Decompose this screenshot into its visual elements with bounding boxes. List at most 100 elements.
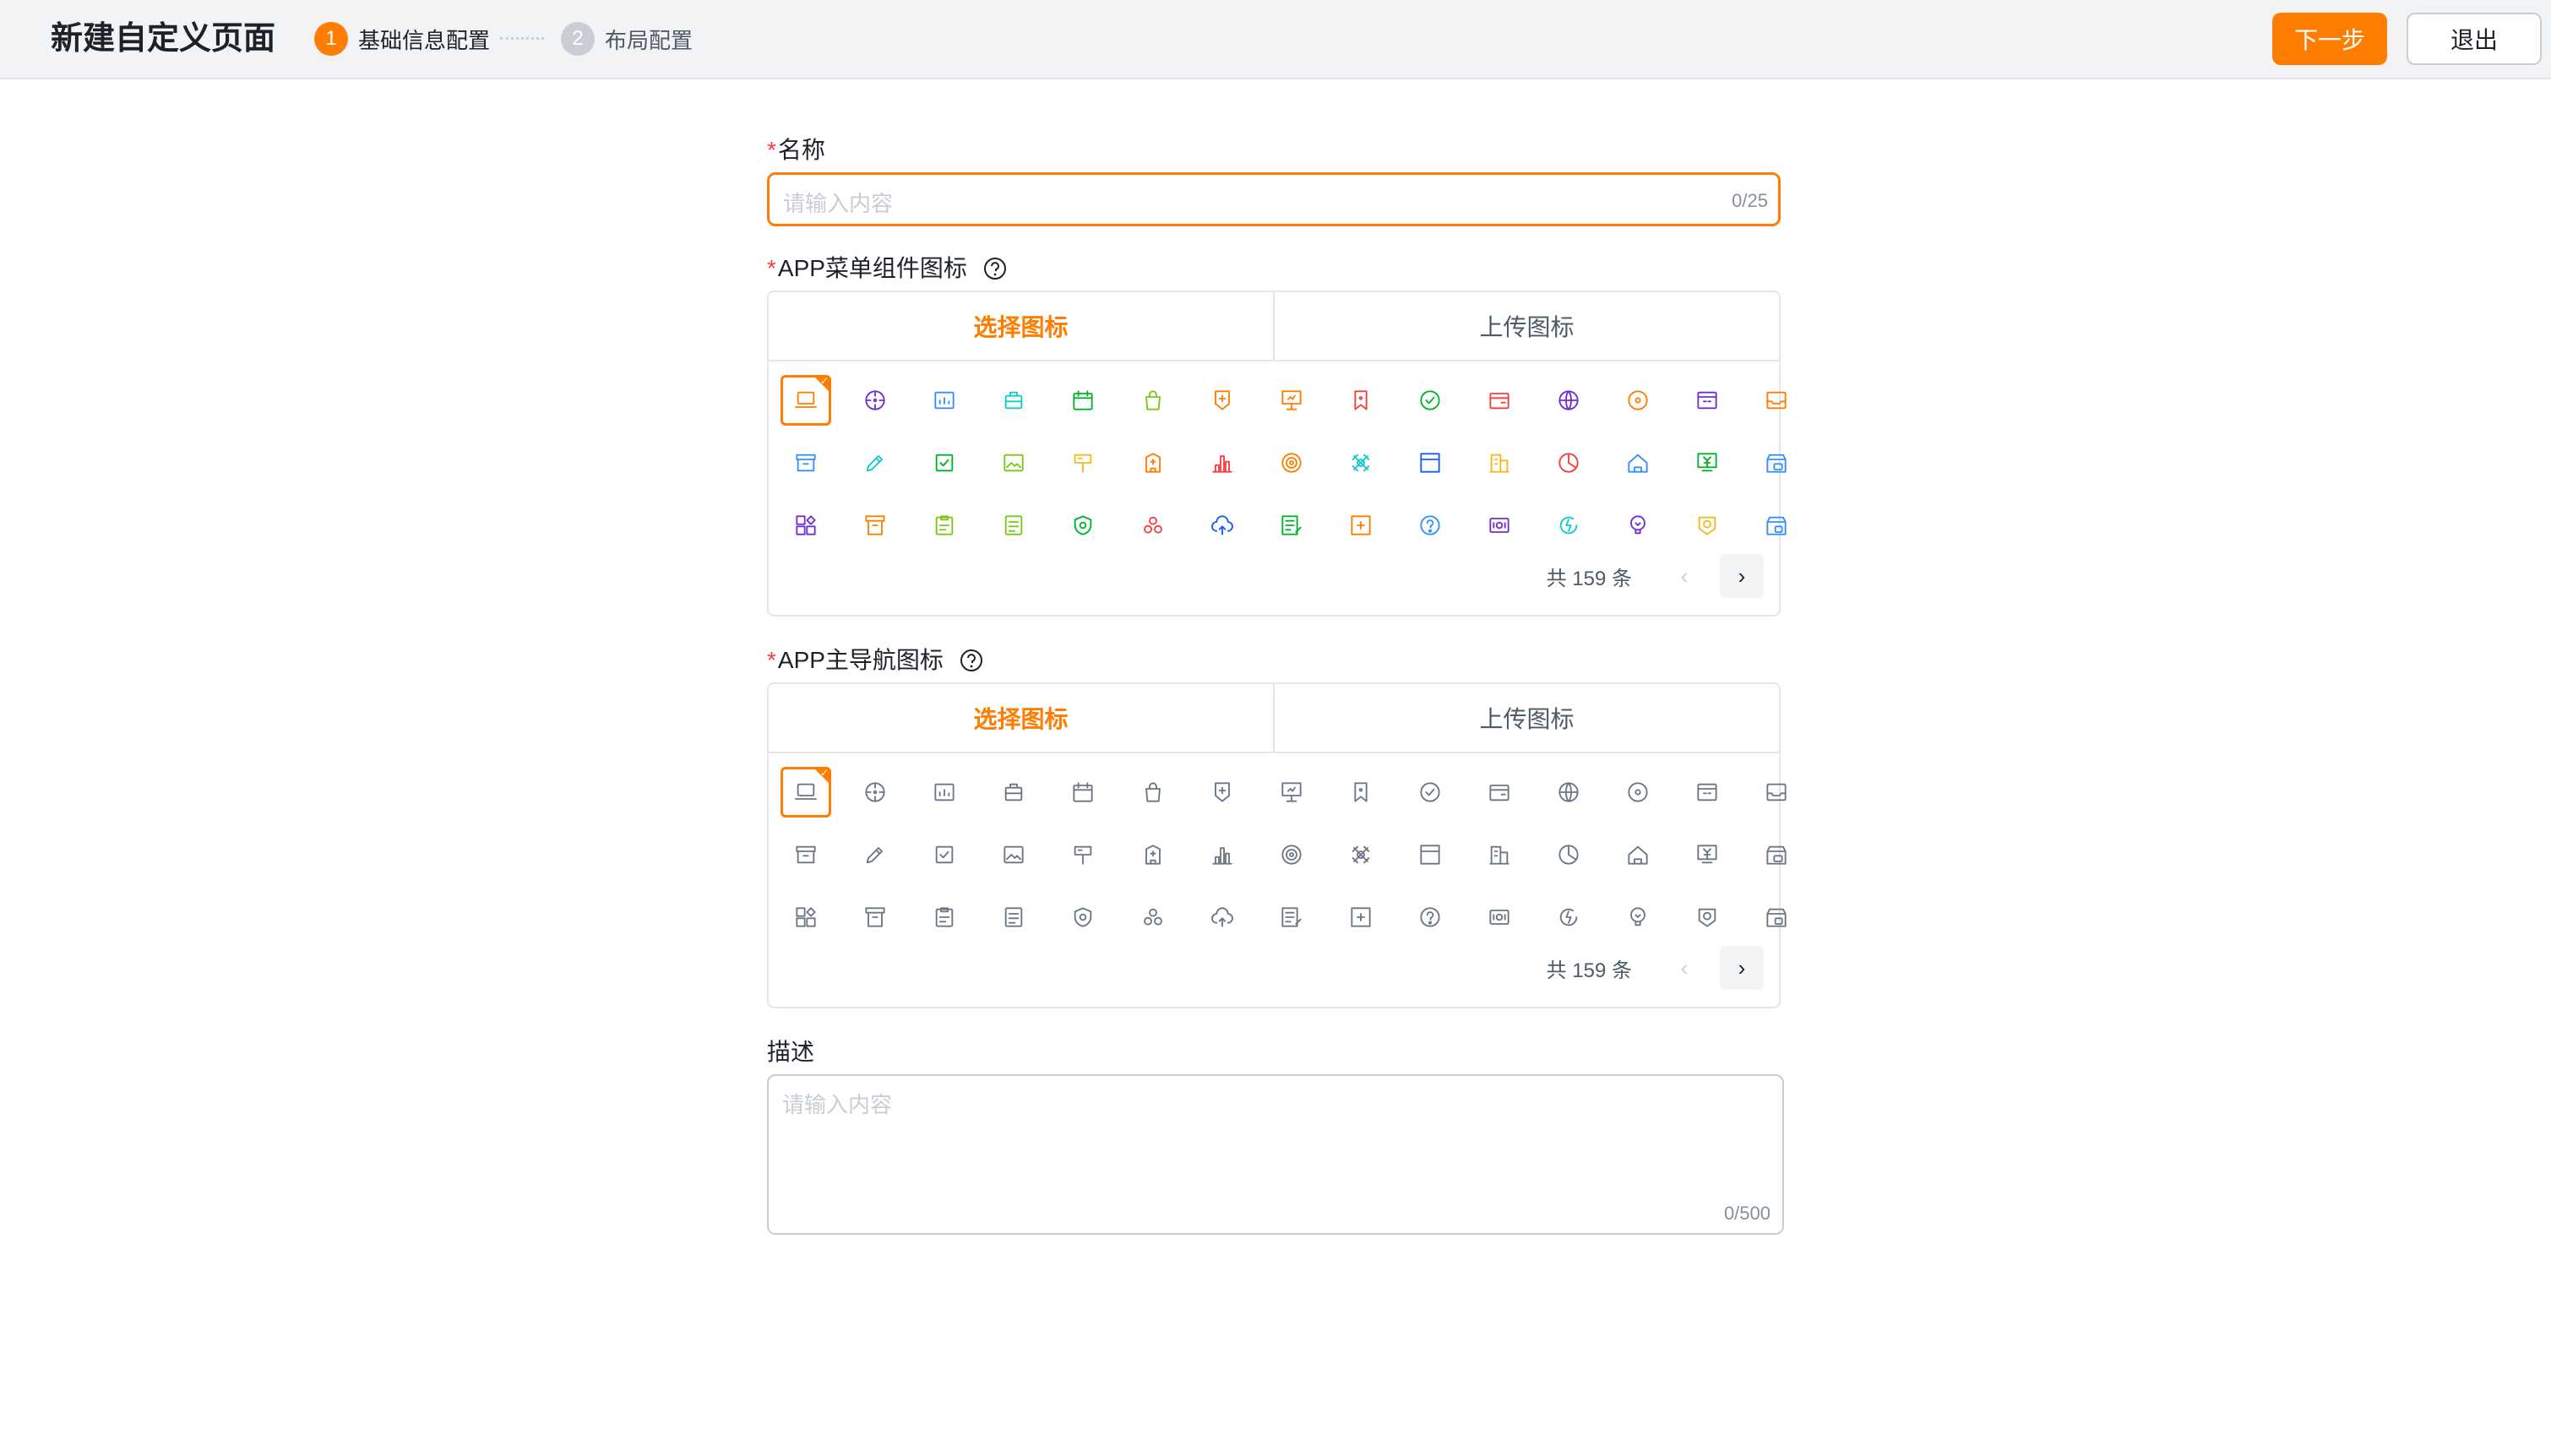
next-step-button[interactable]: 下一步: [2272, 13, 2387, 65]
nav-icon-option[interactable]: [850, 829, 900, 880]
name-input[interactable]: 请输入内容 0/25: [767, 172, 1781, 226]
nav-icon-option[interactable]: [1613, 767, 1663, 818]
menu-icon-option[interactable]: [1266, 375, 1317, 426]
menu-icon-option[interactable]: [1751, 375, 1802, 426]
nav-icon-option[interactable]: [1335, 892, 1386, 943]
menu-icon-option[interactable]: [1543, 375, 1594, 426]
nav-icon-option[interactable]: [1197, 829, 1248, 880]
menu-icon-option[interactable]: [1335, 500, 1386, 551]
tab-upload-icon[interactable]: 上传图标: [1273, 684, 1779, 752]
nav-icon-option[interactable]: [1751, 767, 1802, 818]
menu-icon-option[interactable]: [919, 437, 970, 488]
nav-icon-option[interactable]: [1751, 829, 1802, 880]
menu-icon-option[interactable]: [1335, 375, 1386, 426]
menu-icon-option[interactable]: [1266, 500, 1317, 551]
tab-select-icon[interactable]: 选择图标: [769, 292, 1273, 360]
nav-icon-option[interactable]: [1405, 767, 1455, 818]
menu-icon-option[interactable]: [1197, 500, 1248, 551]
menu-icon-option[interactable]: [1682, 437, 1732, 488]
nav-icon-option[interactable]: [1335, 767, 1386, 818]
nav-icon-option[interactable]: [1682, 767, 1732, 818]
nav-icon-option[interactable]: [1266, 767, 1317, 818]
next-page-button[interactable]: ›: [1720, 946, 1764, 990]
nav-icon-option[interactable]: [919, 767, 970, 818]
nav-icon-option[interactable]: [1128, 829, 1178, 880]
nav-icon-option[interactable]: [1474, 892, 1525, 943]
prev-page-button[interactable]: ‹: [1662, 946, 1706, 990]
menu-icon-option[interactable]: [1613, 375, 1663, 426]
menu-icon-option[interactable]: [1613, 437, 1663, 488]
step-basic-info[interactable]: 1 基础信息配置: [314, 22, 490, 56]
nav-icon-option[interactable]: [988, 892, 1039, 943]
exit-button[interactable]: 退出: [2407, 13, 2542, 65]
nav-icon-option[interactable]: [1058, 767, 1108, 818]
nav-icon-option[interactable]: [1335, 829, 1386, 880]
nav-icon-option[interactable]: [1058, 829, 1108, 880]
nav-icon-option[interactable]: [850, 767, 900, 818]
menu-icon-option[interactable]: [1197, 375, 1248, 426]
menu-icon-option[interactable]: [1751, 437, 1802, 488]
nav-icon-option[interactable]: [1613, 829, 1663, 880]
nav-icon-option[interactable]: [1751, 892, 1802, 943]
menu-icon-option[interactable]: [1128, 500, 1178, 551]
nav-icon-option[interactable]: [1682, 892, 1732, 943]
nav-icon-option[interactable]: [781, 892, 831, 943]
nav-icon-option[interactable]: [1682, 829, 1732, 880]
nav-icon-option[interactable]: [988, 767, 1039, 818]
nav-icon-option[interactable]: [1266, 829, 1317, 880]
menu-icon-option[interactable]: [1197, 437, 1248, 488]
nav-icon-option[interactable]: [1128, 767, 1178, 818]
next-page-button[interactable]: ›: [1720, 554, 1764, 598]
prev-page-button[interactable]: ‹: [1662, 554, 1706, 598]
nav-icon-option[interactable]: [1405, 829, 1455, 880]
menu-icon-option[interactable]: [1266, 437, 1317, 488]
nav-icon-option[interactable]: [850, 892, 900, 943]
menu-icon-option[interactable]: [919, 375, 970, 426]
menu-icon-option[interactable]: ✓: [781, 375, 831, 426]
nav-icon-option[interactable]: [781, 829, 831, 880]
tab-upload-icon[interactable]: 上传图标: [1273, 292, 1779, 360]
menu-icon-option[interactable]: [919, 500, 970, 551]
step-layout[interactable]: 2 布局配置: [561, 22, 693, 56]
menu-icon-option[interactable]: [1058, 375, 1108, 426]
menu-icon-option[interactable]: [1474, 500, 1525, 551]
nav-icon-option[interactable]: [1474, 829, 1525, 880]
menu-icon-option[interactable]: [850, 437, 900, 488]
description-textarea[interactable]: 请输入内容 0/500: [767, 1074, 1784, 1235]
nav-icon-option[interactable]: [1197, 892, 1248, 943]
nav-icon-option[interactable]: ✓: [781, 767, 831, 818]
nav-icon-option[interactable]: [1058, 892, 1108, 943]
help-icon[interactable]: [982, 256, 1008, 281]
menu-icon-option[interactable]: [781, 437, 831, 488]
nav-icon-option[interactable]: [1474, 767, 1525, 818]
menu-icon-option[interactable]: [850, 500, 900, 551]
menu-icon-option[interactable]: [781, 500, 831, 551]
menu-icon-option[interactable]: [1128, 375, 1178, 426]
nav-icon-option[interactable]: [1543, 767, 1594, 818]
nav-icon-option[interactable]: [1405, 892, 1455, 943]
nav-icon-option[interactable]: [1543, 829, 1594, 880]
nav-icon-option[interactable]: [1128, 892, 1178, 943]
menu-icon-option[interactable]: [1543, 437, 1594, 488]
menu-icon-option[interactable]: [988, 437, 1039, 488]
menu-icon-option[interactable]: [988, 500, 1039, 551]
menu-icon-option[interactable]: [1474, 437, 1525, 488]
nav-icon-option[interactable]: [919, 892, 970, 943]
nav-icon-option[interactable]: [1613, 892, 1663, 943]
menu-icon-option[interactable]: [1613, 500, 1663, 551]
menu-icon-option[interactable]: [988, 375, 1039, 426]
menu-icon-option[interactable]: [1405, 375, 1455, 426]
menu-icon-option[interactable]: [850, 375, 900, 426]
nav-icon-option[interactable]: [1266, 892, 1317, 943]
menu-icon-option[interactable]: [1058, 437, 1108, 488]
menu-icon-option[interactable]: [1474, 375, 1525, 426]
menu-icon-option[interactable]: [1405, 437, 1455, 488]
menu-icon-option[interactable]: [1543, 500, 1594, 551]
help-icon[interactable]: [959, 648, 984, 673]
menu-icon-option[interactable]: [1335, 437, 1386, 488]
nav-icon-option[interactable]: [1543, 892, 1594, 943]
menu-icon-option[interactable]: [1751, 500, 1802, 551]
menu-icon-option[interactable]: [1682, 375, 1732, 426]
menu-icon-option[interactable]: [1405, 500, 1455, 551]
menu-icon-option[interactable]: [1128, 437, 1178, 488]
